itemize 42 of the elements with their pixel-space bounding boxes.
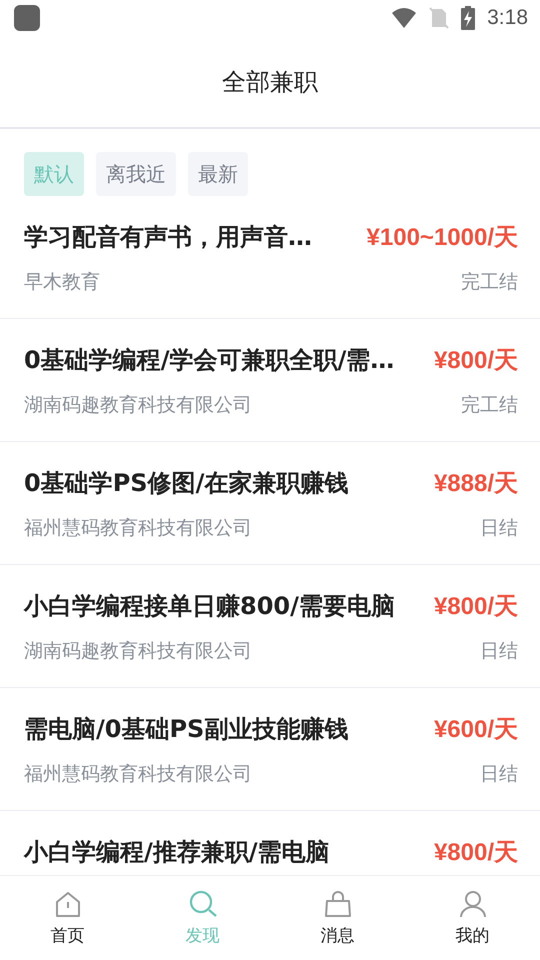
status-time: 3:18 [487,6,528,30]
notification-icon [14,5,40,31]
job-title: 0基础学PS修图/在家兼职赚钱 [24,468,348,499]
job-item[interactable]: 0基础学编程/学会可兼职全职/需… ¥800/天 湖南码趣教育科技有限公司 完工结 [0,319,540,442]
settlement-type: 完工结 [461,270,518,295]
search-icon [188,890,216,918]
nav-tab[interactable]: 消息 [270,876,405,960]
nav-tab[interactable]: 我的 [405,876,540,960]
job-pay: ¥100~1000/天 [366,223,518,253]
battery-charging-icon [461,6,476,30]
company-name: 早木教育 [24,270,100,295]
bag-icon [324,890,352,918]
job-pay: ¥800/天 [434,592,518,622]
job-item[interactable]: 小白学编程接单日赚800/需要电脑 ¥800/天 湖南码趣教育科技有限公司 日结 [0,565,540,688]
settlement-type: 完工结 [461,393,518,418]
job-item[interactable]: 需电脑/0基础PS副业技能赚钱 ¥600/天 福州慧码教育科技有限公司 日结 [0,688,540,811]
job-title: 学习配音有声书，用声音… [24,222,312,253]
company-name: 福州慧码教育科技有限公司 [24,762,252,787]
job-item[interactable]: 0基础学PS修图/在家兼职赚钱 ¥888/天 福州慧码教育科技有限公司 日结 [0,442,540,565]
no-sim-icon [429,7,450,29]
settlement-type: 日结 [480,516,518,541]
home-icon [54,890,82,918]
filter-tab[interactable]: 最新 [188,152,248,196]
settlement-type: 日结 [480,639,518,664]
filter-tab[interactable]: 离我近 [96,152,176,196]
nav-tab[interactable]: 首页 [0,876,135,960]
job-title: 小白学编程/推荐兼职/需电脑 [24,837,330,868]
settlement-type: 日结 [480,762,518,787]
job-pay: ¥600/天 [434,715,518,745]
company-name: 福州慧码教育科技有限公司 [24,516,252,541]
company-name: 湖南码趣教育科技有限公司 [24,639,252,664]
job-title: 小白学编程接单日赚800/需要电脑 [24,591,395,622]
wifi-icon [391,7,418,29]
job-pay: ¥800/天 [434,346,518,376]
person-icon [458,890,486,918]
page-title: 全部兼职 [222,66,318,98]
job-pay: ¥800/天 [434,838,518,868]
job-item[interactable]: 学习配音有声书，用声音… ¥100~1000/天 早木教育 完工结 [0,196,540,319]
company-name: 湖南码趣教育科技有限公司 [24,393,252,418]
job-title: 0基础学编程/学会可兼职全职/需… [24,345,394,376]
job-title: 需电脑/0基础PS副业技能赚钱 [24,714,348,745]
job-pay: ¥888/天 [434,469,518,499]
